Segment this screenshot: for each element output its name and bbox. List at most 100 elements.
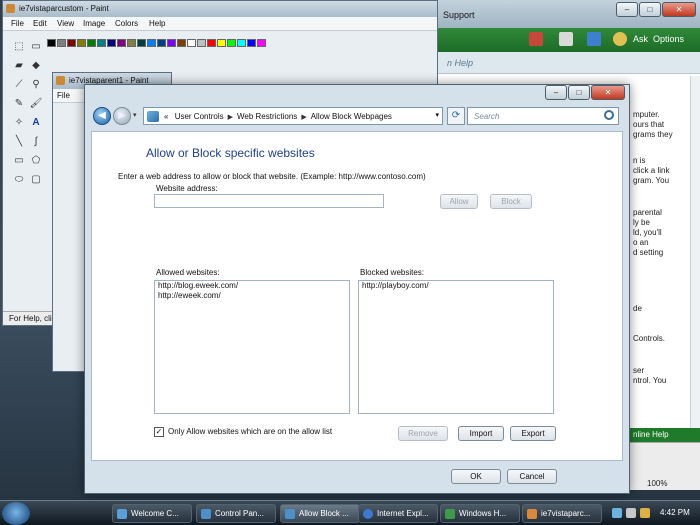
clock[interactable]: 4:42 PM [660,508,690,517]
color-swatch[interactable] [237,39,246,47]
menu-image[interactable]: Image [83,19,105,28]
security-icon[interactable] [640,508,650,518]
minimize-button[interactable]: – [616,2,638,17]
fill-icon[interactable]: ◆ [28,56,44,74]
network-icon[interactable] [612,508,622,518]
rectangle-icon[interactable]: ▭ [11,151,27,169]
color-swatch[interactable] [97,39,106,47]
polygon-icon[interactable]: ⬠ [28,151,44,169]
brush-icon[interactable]: 🖌 [28,94,44,112]
pencil-icon[interactable]: ✎ [11,94,27,112]
maximize-button[interactable]: □ [639,2,661,17]
breadcrumb-web-restrictions[interactable]: Web Restrictions [237,112,297,121]
rounded-rect-icon[interactable]: ▢ [28,170,44,188]
blocked-websites-list[interactable]: http://playboy.com/ [358,280,554,414]
color-swatch[interactable] [117,39,126,47]
color-swatch[interactable] [67,39,76,47]
ask-icon[interactable] [613,32,627,46]
color-swatch[interactable] [87,39,96,47]
print-icon[interactable] [559,32,573,46]
address-bar[interactable]: « User Controls ▶ Web Restrictions ▶ Allow B… [143,107,443,125]
color-swatch[interactable] [137,39,146,47]
website-address-input[interactable] [154,194,384,208]
allowed-websites-list[interactable]: http://blog.eweek.com/ http://eweek.com/ [154,280,350,414]
export-button[interactable]: Export [510,426,556,441]
color-swatch[interactable] [77,39,86,47]
taskbar-button-welcome[interactable]: Welcome C... [112,504,192,523]
forward-button[interactable]: ▶ [113,107,131,125]
list-item[interactable]: http://blog.eweek.com/ [155,281,349,291]
list-item[interactable]: http://eweek.com/ [155,291,349,301]
allow-button[interactable]: Allow [440,194,478,209]
taskbar-button-internet-explorer[interactable]: Internet Expl... [358,504,438,523]
close-button[interactable]: ✕ [591,85,625,100]
taskbar-button-control-panel[interactable]: Control Pan... [196,504,276,523]
ellipse-icon[interactable]: ⬭ [11,170,27,188]
color-swatch[interactable] [217,39,226,47]
taskbar-button-windows-help[interactable]: Windows H... [440,504,520,523]
help-scrollbar[interactable] [690,76,700,428]
menu-file[interactable]: File [11,19,24,28]
color-swatch[interactable] [167,39,176,47]
color-swatch[interactable] [187,39,196,47]
zoom-level[interactable]: 100% [647,479,667,488]
chevron-right-icon[interactable]: ▶ [228,114,233,121]
import-button[interactable]: Import [458,426,504,441]
online-help-button[interactable]: nline Help [633,430,669,439]
color-swatch[interactable] [147,39,156,47]
color-swatch[interactable] [157,39,166,47]
magnifier-icon[interactable]: ⚲ [28,75,44,93]
color-swatch[interactable] [227,39,236,47]
picker-icon[interactable]: ⟋ [11,75,27,93]
recent-pages-dropdown[interactable]: ▾ [133,111,137,119]
taskbar-button-allow-block[interactable]: Allow Block ... [280,504,360,523]
chevron-right-icon[interactable]: ▶ [301,114,306,121]
color-swatch[interactable] [197,39,206,47]
list-item[interactable]: http://playboy.com/ [359,281,553,291]
color-swatch[interactable] [57,39,66,47]
select-icon[interactable]: ▭ [28,37,44,55]
breadcrumb-allow-block-webpages[interactable]: Allow Block Webpages [311,112,392,121]
remove-button[interactable]: Remove [398,426,448,441]
only-allow-checkbox[interactable]: ✓ [154,427,164,437]
search-icon[interactable] [604,110,614,120]
help-search-bar[interactable]: n Help [431,52,700,74]
eraser-icon[interactable]: ▰ [11,56,27,74]
curve-icon[interactable]: ∫ [28,132,44,150]
search-input[interactable]: Search [467,107,619,125]
chevron-down-icon[interactable]: ▾ [435,111,439,119]
color-swatch[interactable] [177,39,186,47]
color-swatch[interactable] [107,39,116,47]
cancel-button[interactable]: Cancel [507,469,557,484]
menu-colors[interactable]: Colors [115,19,138,28]
taskbar-button-paint[interactable]: ie7vistaparc... [522,504,602,523]
ask-button[interactable]: Ask [633,34,648,44]
free-select-icon[interactable]: ⬚ [11,37,27,55]
back-button[interactable]: ◀ [93,107,111,125]
airbrush-icon[interactable]: ✧ [11,113,27,131]
block-button[interactable]: Block [490,194,532,209]
ok-button[interactable]: OK [451,469,501,484]
close-button[interactable]: ✕ [662,2,696,17]
menu-edit[interactable]: Edit [33,19,47,28]
color-swatch[interactable] [247,39,256,47]
minimize-button[interactable]: – [545,85,567,100]
color-swatch[interactable] [127,39,136,47]
menu-help[interactable]: Help [149,19,165,28]
breadcrumb-prefix[interactable]: « [164,112,168,121]
menu-view[interactable]: View [57,19,74,28]
line-icon[interactable]: ╲ [11,132,27,150]
text-icon[interactable]: A [28,113,44,131]
maximize-button[interactable]: □ [568,85,590,100]
color-swatch[interactable] [257,39,266,47]
volume-icon[interactable] [626,508,636,518]
color-swatch[interactable] [47,39,56,47]
home-icon[interactable] [529,32,543,46]
menu-file[interactable]: File [57,91,70,100]
browse-help-icon[interactable] [587,32,601,46]
start-button[interactable] [2,502,30,525]
breadcrumb-user-controls[interactable]: User Controls [175,112,224,121]
refresh-button[interactable]: ⟳ [447,107,465,125]
color-swatch[interactable] [207,39,216,47]
options-button[interactable]: Options [653,34,684,44]
